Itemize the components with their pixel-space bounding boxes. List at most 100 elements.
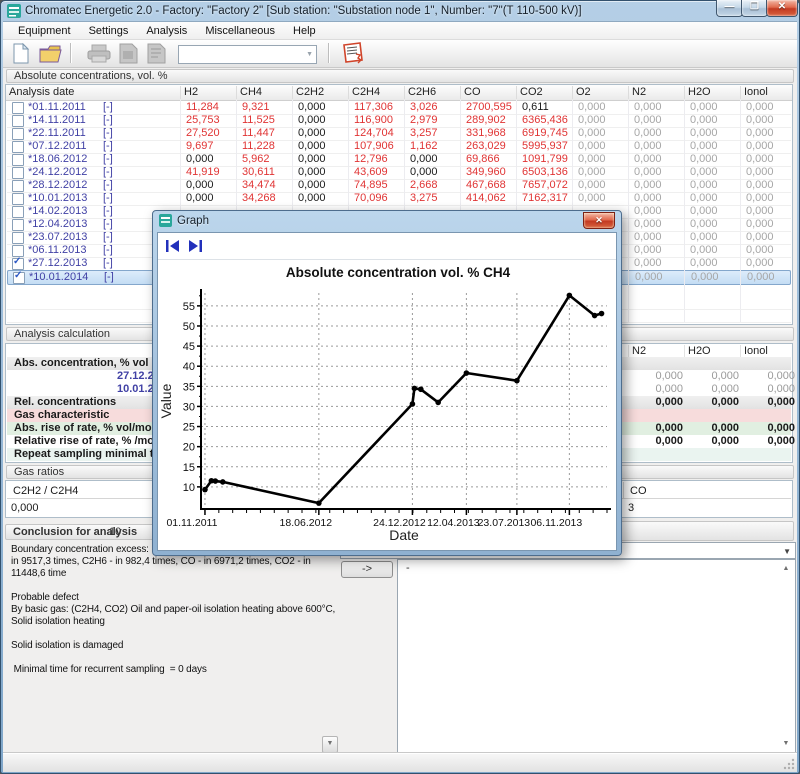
title-bar[interactable]: Chromatec Energetic 2.0 - Factory: "Fact…	[0, 0, 800, 22]
status-bar	[3, 753, 797, 772]
row-checkbox[interactable]	[12, 206, 24, 218]
table-header: Analysis dateH2CH4C2H2C2H4C2H6COCO2O2N2H…	[6, 85, 792, 101]
analysis-date-label: *18.06.2012	[28, 153, 87, 165]
row-checkbox[interactable]	[12, 115, 24, 127]
row-checkbox[interactable]	[12, 180, 24, 192]
analysis-date-label: *12.04.2013	[28, 218, 87, 230]
minimize-button[interactable]: —	[716, 0, 743, 17]
value-cell: 0,000	[630, 192, 690, 205]
textarea-scroll-up-button[interactable]: ▲	[779, 562, 793, 577]
svg-text:30: 30	[183, 401, 195, 413]
value-cell: 7657,072	[518, 179, 578, 192]
graph-dialog-close-button[interactable]: ✕	[583, 212, 615, 229]
analysis-notes-icon[interactable]	[340, 42, 364, 63]
table-row[interactable]: *24.12.2012[-]41,91930,6110,00043,6090,0…	[7, 166, 791, 180]
table-row[interactable]: *10.01.2013[-]0,00034,2680,00070,0963,27…	[7, 192, 791, 206]
value-cell: 0,000	[686, 114, 746, 127]
column-header-ionol[interactable]: Ionol	[740, 86, 798, 99]
row-checkbox[interactable]	[12, 232, 24, 244]
value-cell: 25,753	[182, 114, 242, 127]
value-cell: 0,000	[182, 192, 242, 205]
column-header-n2[interactable]: N2	[628, 86, 686, 99]
analysis-date-label: *06.11.2013	[28, 244, 87, 256]
row-checkbox[interactable]: ✓	[13, 272, 25, 284]
table-row[interactable]: *28.12.2012[-]0,00034,4740,00074,8952,66…	[7, 179, 791, 193]
gas-ratio-2-header-fragment: CO	[630, 485, 647, 497]
table-row[interactable]: *07.12.2011[-]9,69711,2280,000107,9061,1…	[7, 140, 791, 154]
open-folder-icon[interactable]	[39, 43, 63, 64]
close-button[interactable]: ✕	[766, 0, 798, 17]
textarea-scroll-down-button[interactable]: ▼	[779, 737, 793, 752]
report-icon[interactable]	[117, 43, 141, 64]
comment-textarea[interactable]: - ▲ ▼	[397, 559, 796, 755]
menu-item-miscellaneous[interactable]: Miscellaneous	[196, 23, 284, 39]
column-header-h2o[interactable]: H2O	[684, 86, 742, 99]
analysis-value-cell: 0,000	[743, 370, 795, 383]
graph-dialog[interactable]: Graph ✕ Absolute concentration vol. % CH…	[152, 210, 622, 556]
new-document-icon[interactable]	[11, 43, 35, 64]
value-cell: 107,906	[350, 140, 410, 153]
value-cell: 0,000	[742, 179, 800, 192]
svg-text:06.11.2013: 06.11.2013	[530, 517, 582, 529]
conclusion-text: Boundary concentration excess: H2 - in 9…	[11, 544, 337, 750]
row-flag-label: [-]	[103, 101, 113, 113]
transfer-button[interactable]: ->	[341, 561, 393, 578]
column-header-c2h4[interactable]: C2H4	[348, 86, 406, 99]
value-cell: 0,000	[742, 257, 800, 270]
row-checkbox[interactable]	[12, 219, 24, 231]
row-checkbox[interactable]	[12, 102, 24, 114]
gas-ratio-1-value: 0,000	[11, 502, 39, 514]
value-cell: 0,000	[630, 244, 690, 257]
row-checkbox[interactable]	[12, 128, 24, 140]
column-header-c2h6[interactable]: C2H6	[404, 86, 462, 99]
menu-item-equipment[interactable]: Equipment	[9, 23, 80, 39]
column-header-h2[interactable]: H2	[180, 86, 238, 99]
value-cell: 11,284	[182, 101, 242, 114]
column-header-co[interactable]: CO	[460, 86, 518, 99]
menu-item-settings[interactable]: Settings	[80, 23, 138, 39]
last-point-button[interactable]	[186, 238, 204, 254]
check-icon: ✓	[14, 270, 22, 281]
maximize-button[interactable]: ❐	[741, 0, 768, 17]
print-icon[interactable]	[87, 43, 111, 64]
analysis-date-label: *07.12.2011	[28, 140, 87, 152]
menu-item-help[interactable]: Help	[284, 23, 325, 39]
row-checkbox[interactable]	[12, 193, 24, 205]
value-cell: 0,000	[294, 127, 354, 140]
toolbar-combobox[interactable]: ▼	[178, 45, 317, 64]
menu-item-analysis[interactable]: Analysis	[137, 23, 196, 39]
column-header-analysis date[interactable]: Analysis date	[6, 86, 179, 99]
analysis-date-label: *14.02.2013	[28, 205, 87, 217]
table-row[interactable]: *22.11.2011[-]27,52011,4470,000124,7043,…	[7, 127, 791, 141]
export-icon[interactable]	[145, 43, 169, 64]
value-cell: 0,000	[686, 140, 746, 153]
column-header-o2[interactable]: O2	[572, 86, 630, 99]
svg-text:Date: Date	[389, 527, 419, 543]
chevron-down-icon: ▼	[783, 740, 790, 747]
value-cell: 11,447	[238, 127, 298, 140]
conclusion-scroll-down-button[interactable]: ▼	[322, 736, 338, 753]
table-row[interactable]: *14.11.2011[-]25,75311,5250,000116,9002,…	[7, 114, 791, 128]
value-cell: 0,000	[687, 271, 747, 284]
table-row[interactable]: *01.11.2011[-]11,2849,3210,000117,3063,0…	[7, 101, 791, 115]
svg-text:23.07.2013: 23.07.2013	[478, 517, 531, 529]
gas-ratio-2-value-fragment: 3	[628, 502, 634, 514]
svg-text:Value: Value	[158, 383, 174, 418]
close-icon: ✕	[778, 1, 786, 12]
svg-text:25: 25	[183, 422, 195, 434]
row-checkbox[interactable]	[12, 154, 24, 166]
first-point-button[interactable]	[164, 238, 182, 254]
row-checkbox[interactable]	[12, 167, 24, 179]
graph-dialog-titlebar[interactable]: Graph ✕	[153, 211, 621, 232]
svg-text:55: 55	[183, 301, 195, 313]
table-row[interactable]: *18.06.2012[-]0,0005,9620,00012,7960,000…	[7, 153, 791, 167]
row-checkbox[interactable]	[12, 141, 24, 153]
first-point-icon	[164, 238, 182, 254]
column-header-co2[interactable]: CO2	[516, 86, 574, 99]
resize-grip[interactable]	[783, 758, 795, 770]
column-header-c2h2[interactable]: C2H2	[292, 86, 350, 99]
row-checkbox[interactable]: ✓	[12, 258, 24, 270]
column-header-ch4[interactable]: CH4	[236, 86, 294, 99]
chevron-up-icon: ▲	[783, 565, 790, 572]
analysis-value-cell: 0,000	[687, 383, 739, 396]
